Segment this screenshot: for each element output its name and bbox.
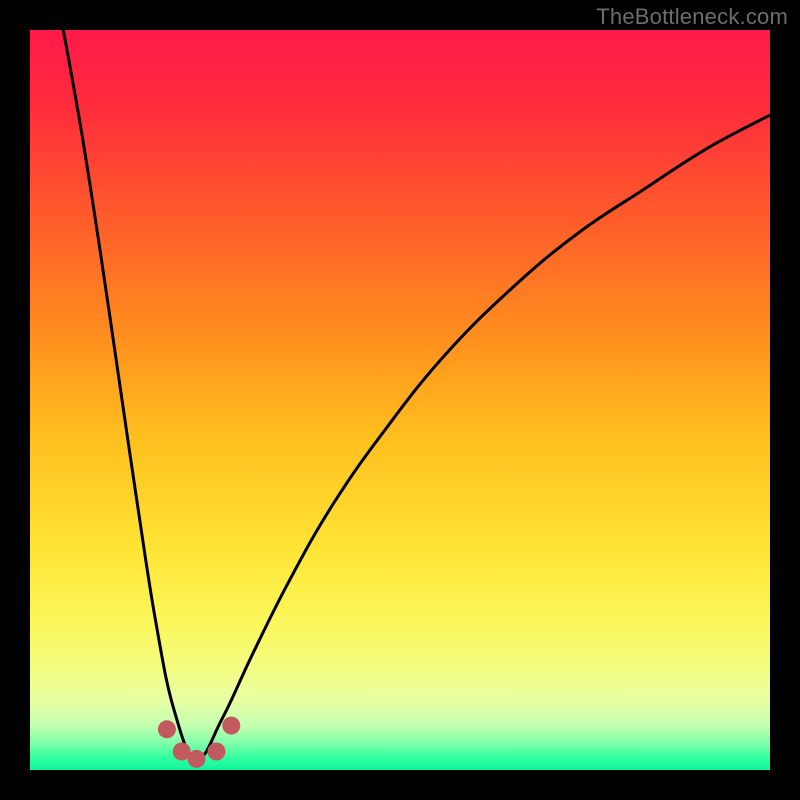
trough-marker: [222, 717, 240, 735]
trough-marker: [158, 720, 176, 738]
plot-container: [30, 30, 770, 770]
trough-marker: [188, 750, 206, 768]
gradient-background: [30, 30, 770, 770]
watermark-label: TheBottleneck.com: [596, 4, 788, 30]
app-frame: TheBottleneck.com: [0, 0, 800, 800]
bottleneck-chart: [30, 30, 770, 770]
trough-marker: [207, 743, 225, 761]
